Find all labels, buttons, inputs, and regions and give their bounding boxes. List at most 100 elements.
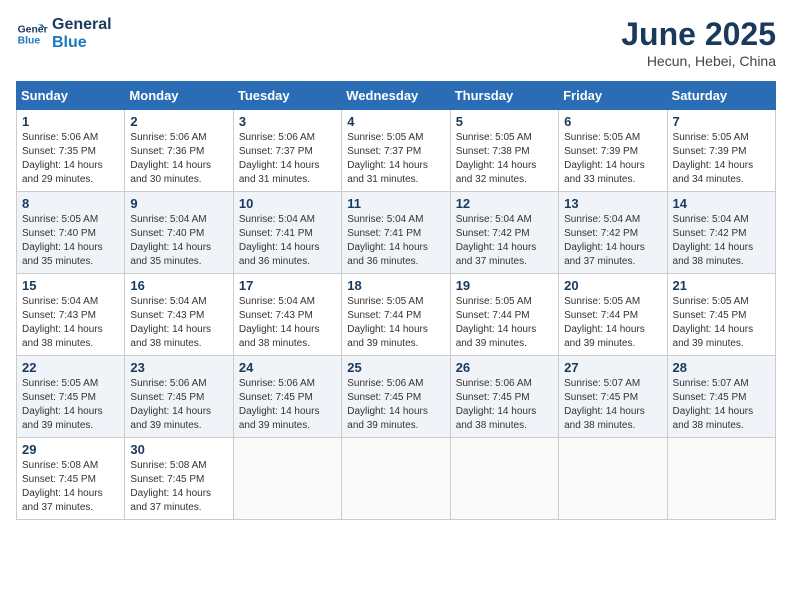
day-info: Sunrise: 5:07 AMSunset: 7:45 PMDaylight:… [673, 377, 770, 433]
day-info: Sunrise: 5:04 AMSunset: 7:42 PMDaylight:… [456, 213, 553, 269]
day-number: 5 [456, 114, 553, 129]
calendar-cell: 26 Sunrise: 5:06 AMSunset: 7:45 PMDayligh… [450, 356, 558, 438]
day-number: 6 [564, 114, 661, 129]
day-info: Sunrise: 5:06 AMSunset: 7:45 PMDaylight:… [239, 377, 336, 433]
day-number: 3 [239, 114, 336, 129]
calendar-cell [559, 438, 667, 520]
calendar-cell: 18 Sunrise: 5:05 AMSunset: 7:44 PMDayligh… [342, 274, 450, 356]
day-number: 22 [22, 360, 119, 375]
day-number: 21 [673, 278, 770, 293]
day-info: Sunrise: 5:05 AMSunset: 7:39 PMDaylight:… [673, 131, 770, 187]
calendar-cell: 25 Sunrise: 5:06 AMSunset: 7:45 PMDayligh… [342, 356, 450, 438]
logo: General Blue General Blue [16, 16, 112, 51]
calendar-cell [667, 438, 775, 520]
calendar-cell: 3 Sunrise: 5:06 AMSunset: 7:37 PMDaylight… [233, 110, 341, 192]
page-header: General Blue General Blue June 2025 Hecu… [16, 16, 776, 69]
day-info: Sunrise: 5:08 AMSunset: 7:45 PMDaylight:… [130, 459, 227, 515]
calendar-cell: 9 Sunrise: 5:04 AMSunset: 7:40 PMDaylight… [125, 192, 233, 274]
title-block: June 2025 Hecun, Hebei, China [621, 16, 776, 69]
day-info: Sunrise: 5:05 AMSunset: 7:44 PMDaylight:… [564, 295, 661, 351]
day-number: 15 [22, 278, 119, 293]
header-tuesday: Tuesday [233, 82, 341, 110]
calendar-week-3: 15 Sunrise: 5:04 AMSunset: 7:43 PMDayligh… [17, 274, 776, 356]
header-sunday: Sunday [17, 82, 125, 110]
day-number: 23 [130, 360, 227, 375]
day-number: 13 [564, 196, 661, 211]
day-info: Sunrise: 5:07 AMSunset: 7:45 PMDaylight:… [564, 377, 661, 433]
day-info: Sunrise: 5:04 AMSunset: 7:42 PMDaylight:… [673, 213, 770, 269]
calendar-cell: 14 Sunrise: 5:04 AMSunset: 7:42 PMDayligh… [667, 192, 775, 274]
day-number: 4 [347, 114, 444, 129]
day-info: Sunrise: 5:06 AMSunset: 7:45 PMDaylight:… [456, 377, 553, 433]
calendar-cell: 1Sunrise: 5:06 AMSunset: 7:35 PMDaylight… [17, 110, 125, 192]
header-saturday: Saturday [667, 82, 775, 110]
calendar-cell: 8 Sunrise: 5:05 AMSunset: 7:40 PMDaylight… [17, 192, 125, 274]
day-number: 27 [564, 360, 661, 375]
day-number: 14 [673, 196, 770, 211]
calendar-cell: 10 Sunrise: 5:04 AMSunset: 7:41 PMDayligh… [233, 192, 341, 274]
day-number: 10 [239, 196, 336, 211]
calendar-cell: 16 Sunrise: 5:04 AMSunset: 7:43 PMDayligh… [125, 274, 233, 356]
day-number: 18 [347, 278, 444, 293]
day-number: 29 [22, 442, 119, 457]
calendar-cell: 12 Sunrise: 5:04 AMSunset: 7:42 PMDayligh… [450, 192, 558, 274]
calendar-cell: 21 Sunrise: 5:05 AMSunset: 7:45 PMDayligh… [667, 274, 775, 356]
calendar-cell [342, 438, 450, 520]
day-info: Sunrise: 5:05 AMSunset: 7:39 PMDaylight:… [564, 131, 661, 187]
day-info: Sunrise: 5:04 AMSunset: 7:43 PMDaylight:… [239, 295, 336, 351]
logo-text-blue: Blue [52, 34, 112, 52]
day-number: 2 [130, 114, 227, 129]
day-info: Sunrise: 5:05 AMSunset: 7:45 PMDaylight:… [673, 295, 770, 351]
calendar-table: SundayMondayTuesdayWednesdayThursdayFrid… [16, 81, 776, 520]
header-friday: Friday [559, 82, 667, 110]
day-number: 12 [456, 196, 553, 211]
day-info: Sunrise: 5:06 AMSunset: 7:36 PMDaylight:… [130, 131, 227, 187]
calendar-cell [233, 438, 341, 520]
calendar-cell: 13 Sunrise: 5:04 AMSunset: 7:42 PMDayligh… [559, 192, 667, 274]
calendar-cell: 17Sunrise: 5:04 AMSunset: 7:43 PMDayligh… [233, 274, 341, 356]
day-info: Sunrise: 5:06 AMSunset: 7:45 PMDaylight:… [347, 377, 444, 433]
day-info: Sunrise: 5:04 AMSunset: 7:43 PMDaylight:… [130, 295, 227, 351]
calendar-cell: 28Sunrise: 5:07 AMSunset: 7:45 PMDayligh… [667, 356, 775, 438]
day-info: Sunrise: 5:04 AMSunset: 7:43 PMDaylight:… [22, 295, 119, 351]
day-number: 9 [130, 196, 227, 211]
day-number: 8 [22, 196, 119, 211]
logo-text-general: General [52, 16, 112, 34]
day-info: Sunrise: 5:05 AMSunset: 7:44 PMDaylight:… [347, 295, 444, 351]
day-number: 7 [673, 114, 770, 129]
day-number: 11 [347, 196, 444, 211]
day-number: 26 [456, 360, 553, 375]
day-number: 20 [564, 278, 661, 293]
day-info: Sunrise: 5:06 AMSunset: 7:35 PMDaylight:… [22, 131, 119, 187]
day-number: 19 [456, 278, 553, 293]
calendar-cell: 4 Sunrise: 5:05 AMSunset: 7:37 PMDaylight… [342, 110, 450, 192]
header-wednesday: Wednesday [342, 82, 450, 110]
calendar-cell: 5Sunrise: 5:05 AMSunset: 7:38 PMDaylight… [450, 110, 558, 192]
logo-icon: General Blue [16, 18, 48, 50]
calendar-cell: 20 Sunrise: 5:05 AMSunset: 7:44 PMDayligh… [559, 274, 667, 356]
calendar-title: June 2025 [621, 16, 776, 53]
calendar-week-5: 29 Sunrise: 5:08 AMSunset: 7:45 PMDayligh… [17, 438, 776, 520]
day-info: Sunrise: 5:05 AMSunset: 7:40 PMDaylight:… [22, 213, 119, 269]
calendar-cell: 15 Sunrise: 5:04 AMSunset: 7:43 PMDayligh… [17, 274, 125, 356]
day-info: Sunrise: 5:05 AMSunset: 7:37 PMDaylight:… [347, 131, 444, 187]
day-info: Sunrise: 5:04 AMSunset: 7:40 PMDaylight:… [130, 213, 227, 269]
day-info: Sunrise: 5:04 AMSunset: 7:41 PMDaylight:… [239, 213, 336, 269]
day-info: Sunrise: 5:06 AMSunset: 7:37 PMDaylight:… [239, 131, 336, 187]
day-info: Sunrise: 5:05 AMSunset: 7:44 PMDaylight:… [456, 295, 553, 351]
day-number: 16 [130, 278, 227, 293]
calendar-cell: 27 Sunrise: 5:07 AMSunset: 7:45 PMDayligh… [559, 356, 667, 438]
calendar-cell: 2 Sunrise: 5:06 AMSunset: 7:36 PMDaylight… [125, 110, 233, 192]
calendar-week-4: 22 Sunrise: 5:05 AMSunset: 7:45 PMDayligh… [17, 356, 776, 438]
calendar-cell [450, 438, 558, 520]
day-info: Sunrise: 5:04 AMSunset: 7:42 PMDaylight:… [564, 213, 661, 269]
day-info: Sunrise: 5:05 AMSunset: 7:45 PMDaylight:… [22, 377, 119, 433]
day-number: 24 [239, 360, 336, 375]
calendar-cell: 11 Sunrise: 5:04 AMSunset: 7:41 PMDayligh… [342, 192, 450, 274]
calendar-subtitle: Hecun, Hebei, China [621, 53, 776, 69]
header-thursday: Thursday [450, 82, 558, 110]
header-monday: Monday [125, 82, 233, 110]
day-number: 25 [347, 360, 444, 375]
day-info: Sunrise: 5:04 AMSunset: 7:41 PMDaylight:… [347, 213, 444, 269]
calendar-cell: 22 Sunrise: 5:05 AMSunset: 7:45 PMDayligh… [17, 356, 125, 438]
